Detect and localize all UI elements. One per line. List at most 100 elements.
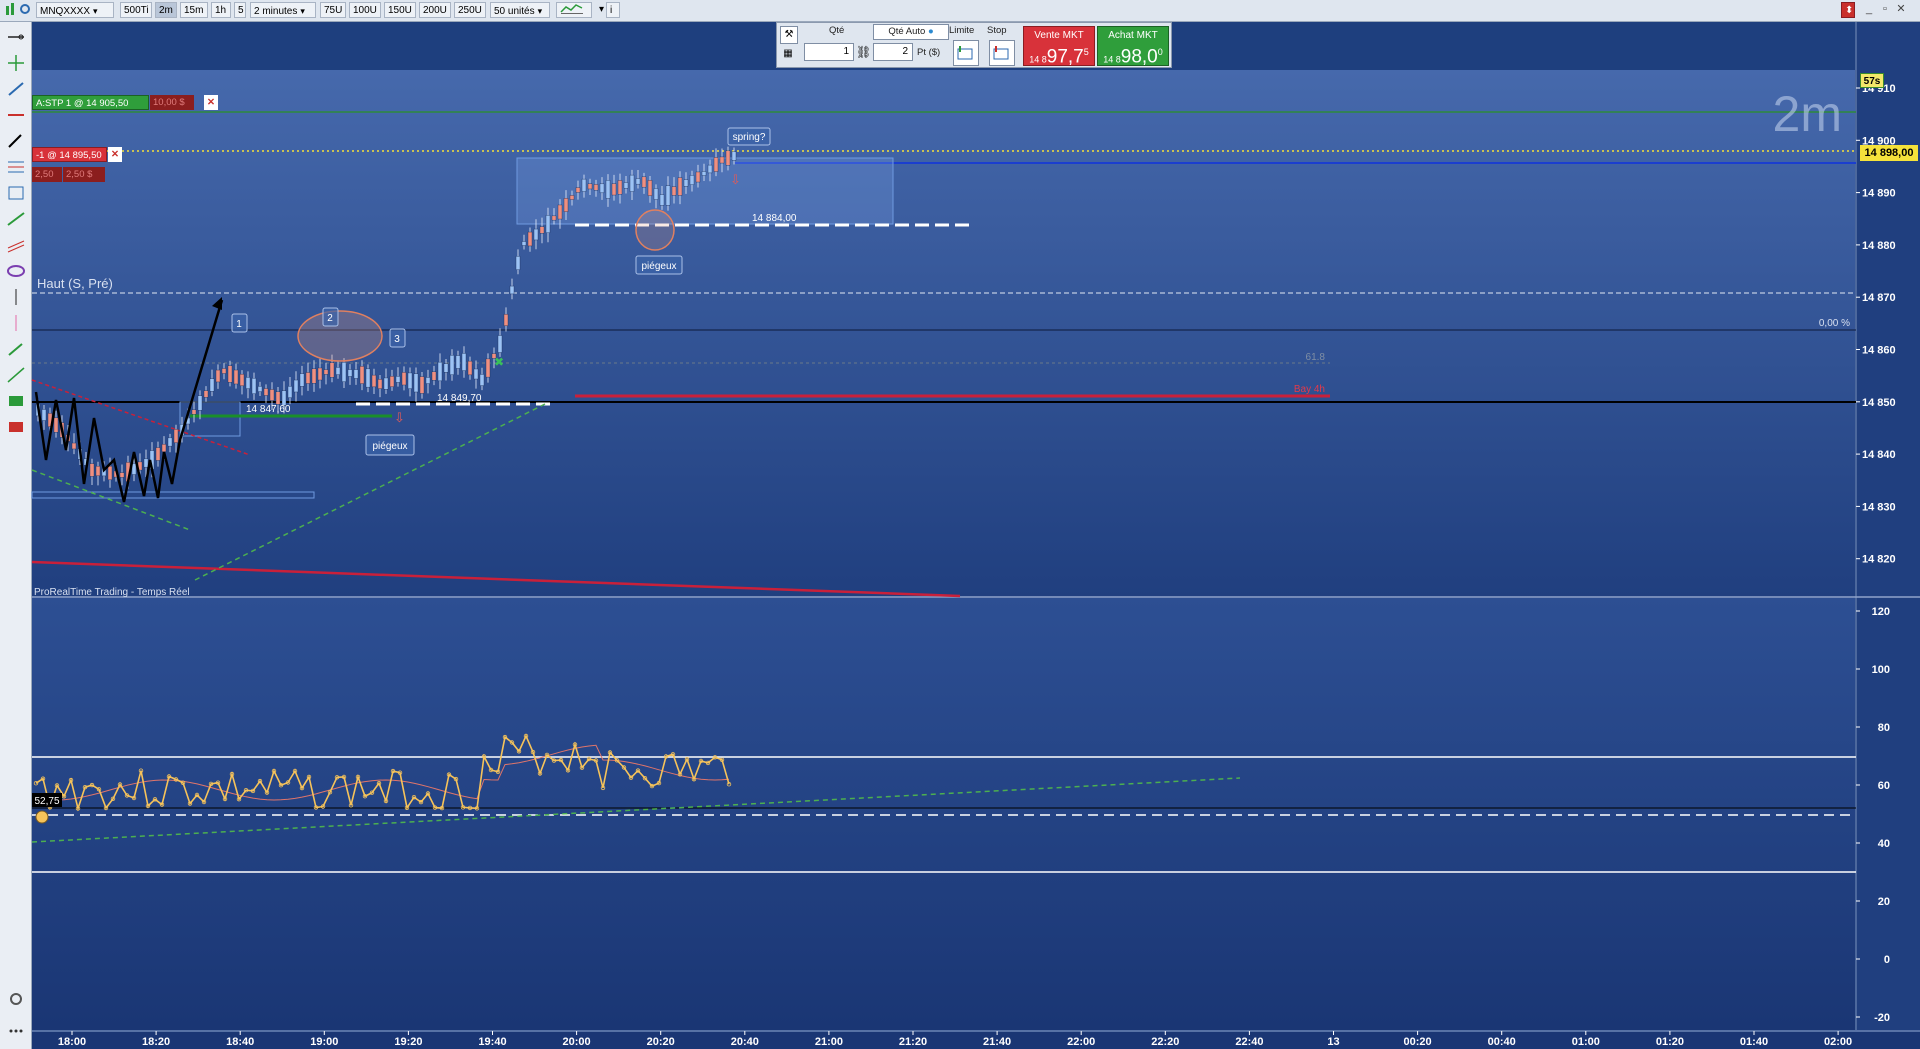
candle-body: [413, 373, 419, 393]
candle-body: [509, 285, 515, 295]
annotation-num-3[interactable]: 3: [389, 328, 406, 348]
qty-auto-toggle[interactable]: Qté Auto ●: [873, 24, 949, 40]
current-price-tag: 14 898,00: [1860, 145, 1918, 161]
candle-body: [485, 358, 491, 378]
stop-order-tag[interactable]: A:STP 1 @ 14 905,50: [32, 95, 149, 110]
link-toggle-icon[interactable]: ⛓: [856, 45, 871, 59]
time-tick-label: 13: [1327, 1036, 1339, 1048]
candle-body: [611, 183, 617, 196]
annotation-spring[interactable]: spring?: [727, 127, 771, 146]
candle-body: [329, 362, 335, 378]
candle-body: [203, 390, 209, 398]
points-input[interactable]: 2: [873, 43, 913, 61]
candle-body: [455, 355, 461, 369]
candle-body: [395, 376, 401, 383]
candle-body: [167, 437, 173, 447]
annotation-num-1[interactable]: 1: [231, 313, 248, 333]
buy-price: 98,0: [1120, 46, 1158, 68]
keyboard-icon[interactable]: ▦: [780, 48, 796, 64]
candle-body: [449, 355, 455, 375]
candle-body: [377, 379, 383, 389]
candle-body: [371, 374, 377, 388]
sell-label: Vente MKT: [1034, 30, 1084, 41]
candle-body: [251, 378, 257, 394]
sell-arrow-icon: ⇩: [730, 172, 741, 187]
candle-body: [635, 178, 641, 185]
candle-body: [503, 314, 509, 326]
fib-level-label: 61.8: [1306, 352, 1326, 363]
oscillator-pane[interactable]: [32, 598, 1855, 1030]
candle-body: [521, 241, 527, 246]
candle-body: [653, 188, 659, 200]
position-tag[interactable]: -1 @ 14 895,50: [32, 147, 107, 162]
candle-body: [461, 353, 467, 371]
candle-body: [419, 376, 425, 394]
time-tick-label: 00:20: [1404, 1036, 1432, 1048]
position-pl-points: 2,50: [32, 167, 62, 182]
candle-body: [353, 369, 359, 379]
sell-arrow-icon-2: ⇩: [394, 410, 405, 425]
candle-body: [557, 204, 563, 220]
svg-text:52,75: 52,75: [34, 796, 59, 807]
candle-body: [215, 369, 221, 383]
consolidation-box[interactable]: [516, 157, 894, 225]
price-tick-label: 14 840: [1862, 449, 1896, 461]
time-tick-label: 20:00: [563, 1036, 591, 1048]
candle-body: [719, 156, 725, 164]
time-tick-label: 18:40: [226, 1036, 254, 1048]
buy-price-prefix: 14 8: [1103, 54, 1121, 65]
annotation-trap-bottom[interactable]: piégeux: [365, 434, 415, 456]
candle-body: [479, 374, 485, 386]
stop-order-pl: 10,00 $: [150, 95, 194, 110]
buy-market-button[interactable]: Achat MKT 14 898,00: [1097, 26, 1169, 68]
time-tick-label: 19:20: [394, 1036, 422, 1048]
red-line-label: Bay 4h: [1294, 384, 1325, 395]
buy-label: Achat MKT: [1108, 30, 1158, 41]
svg-text:piégeux: piégeux: [641, 261, 676, 272]
sell-market-button[interactable]: Vente MKT 14 897,75: [1023, 26, 1095, 67]
candle-body: [545, 215, 551, 233]
limit-order-button[interactable]: [953, 40, 979, 66]
candle-body: [275, 391, 281, 405]
candle-body: [605, 180, 611, 199]
candle-body: [323, 369, 329, 375]
points-unit: Pt ($): [917, 47, 941, 58]
candle-body: [299, 373, 305, 387]
candle-body: [695, 171, 701, 183]
candle-body: [191, 409, 197, 415]
time-tick-label: 01:20: [1656, 1036, 1684, 1048]
candle-body: [119, 472, 125, 478]
time-tick-label: 22:20: [1151, 1036, 1179, 1048]
time-tick-label: 01:40: [1740, 1036, 1768, 1048]
osc-tick-label: 120: [1872, 606, 1890, 618]
ellipse-zone-2[interactable]: [297, 310, 383, 362]
candle-body: [41, 409, 47, 421]
annotation-trap-top[interactable]: piégeux: [635, 255, 683, 275]
candle-body: [263, 388, 269, 396]
osc-tick-label: 0: [1884, 954, 1890, 966]
qty-input[interactable]: 1: [804, 43, 854, 61]
time-tick-label: 21:00: [815, 1036, 843, 1048]
candle-body: [287, 386, 293, 398]
svg-text:1: 1: [236, 319, 242, 330]
price-tick-label: 14 860: [1862, 345, 1896, 357]
candle-body: [527, 231, 533, 247]
candle-body: [401, 372, 407, 386]
close-position-icon[interactable]: ✕: [108, 147, 122, 162]
candle-body: [569, 195, 575, 200]
stop-order-button[interactable]: [989, 40, 1015, 66]
time-tick-label: 18:00: [58, 1036, 86, 1048]
wrench-icon[interactable]: ⚒: [780, 26, 798, 44]
time-tick-label: 19:40: [478, 1036, 506, 1048]
candle-body: [383, 377, 389, 390]
cancel-stop-icon[interactable]: ✕: [204, 95, 218, 110]
time-tick-label: 22:40: [1235, 1036, 1263, 1048]
candle-body: [359, 366, 365, 384]
candle-body: [671, 186, 677, 196]
buy-price-suffix: 0: [1157, 47, 1163, 57]
candle-body: [623, 182, 629, 189]
ellipse-trap-top[interactable]: [635, 209, 675, 251]
candle-body: [599, 183, 605, 194]
annotation-num-2[interactable]: 2: [322, 307, 339, 327]
alert-bell-icon[interactable]: [35, 810, 49, 824]
